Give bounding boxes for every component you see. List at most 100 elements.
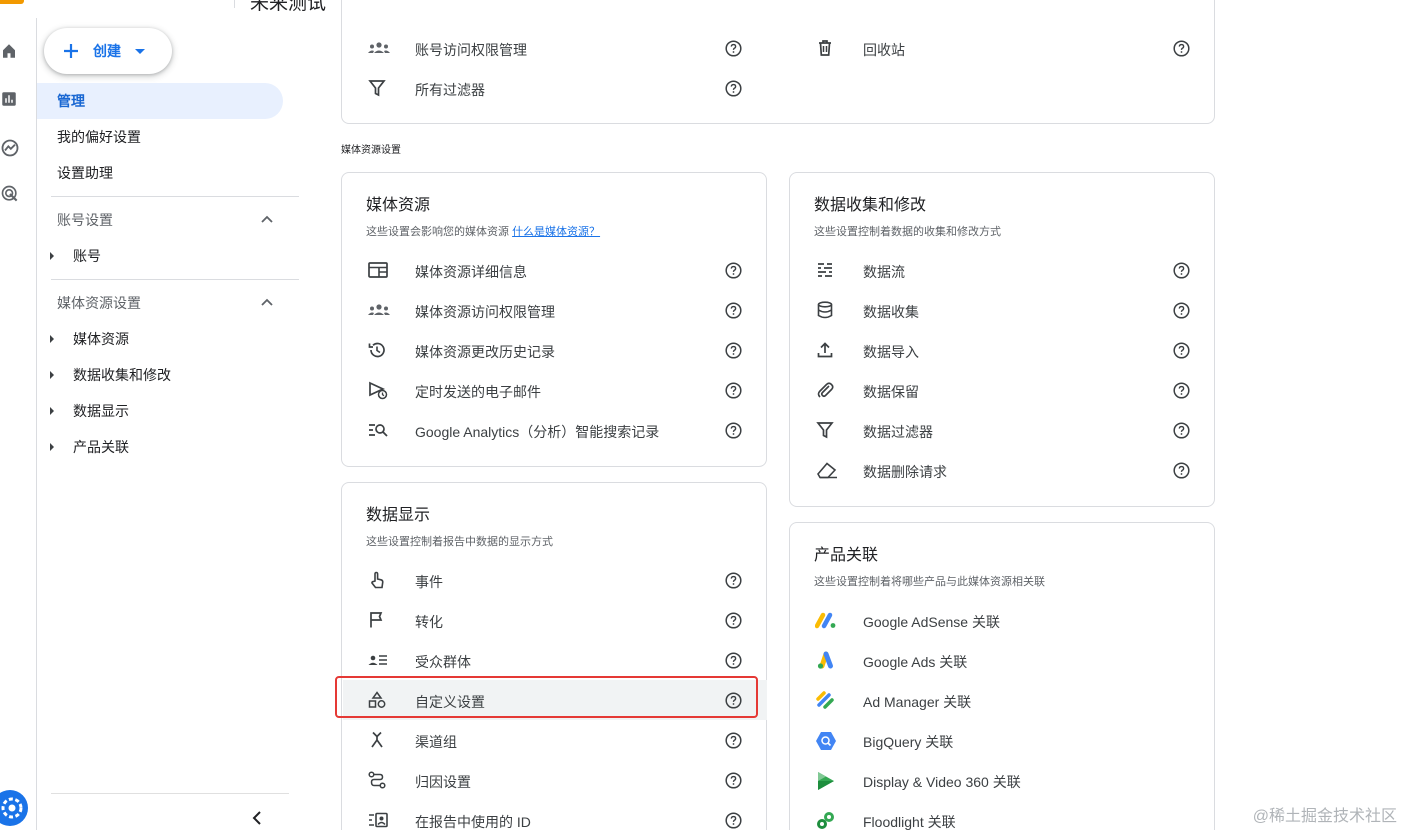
card-description: 这些设置控制着报告中数据的显示方式 — [366, 536, 553, 548]
collection-row-data-deletion-requests[interactable]: 数据删除请求 — [791, 450, 1215, 490]
help-icon[interactable] — [1173, 302, 1190, 319]
account-row-access-management[interactable]: 账号访问权限管理 — [343, 28, 767, 68]
row-label: 所有过滤器 — [415, 82, 485, 98]
sidebar-section-property-settings[interactable]: 媒体资源设置 — [37, 285, 283, 321]
admin-gear-icon[interactable] — [0, 790, 28, 826]
help-icon[interactable] — [1173, 262, 1190, 279]
help-icon[interactable] — [725, 732, 742, 749]
row-label: 归因设置 — [415, 774, 471, 790]
display-row-events[interactable]: 事件 — [343, 560, 767, 600]
sidebar-item-data-display[interactable]: 数据显示 — [37, 393, 283, 429]
help-icon[interactable] — [725, 812, 742, 829]
adsense-logo-icon — [815, 610, 836, 630]
row-label: 定时发送的电子邮件 — [415, 384, 541, 400]
sidebar-item-label: 账号 — [73, 248, 101, 264]
property-card: 媒体资源 这些设置会影响您的媒体资源 什么是媒体资源？ 媒体资源详细信息 媒体资… — [341, 172, 767, 467]
row-label: 媒体资源访问权限管理 — [415, 304, 555, 320]
sidebar-item-product-links[interactable]: 产品关联 — [37, 429, 283, 465]
highlight-annotation-box — [335, 676, 758, 718]
account-row-all-filters[interactable]: 所有过滤器 — [343, 68, 767, 108]
help-icon[interactable] — [725, 382, 742, 399]
reports-icon[interactable] — [0, 90, 22, 112]
row-label: 渠道组 — [415, 734, 457, 750]
analytics-logo[interactable] — [0, 0, 24, 4]
help-icon[interactable] — [725, 612, 742, 629]
sidebar-item-data-collection[interactable]: 数据收集和修改 — [37, 357, 283, 393]
display-row-reporting-identity[interactable]: 在报告中使用的 ID — [343, 800, 767, 830]
expand-arrow-icon — [50, 443, 54, 451]
icon-rail — [0, 18, 37, 830]
help-icon[interactable] — [725, 652, 742, 669]
explore-icon[interactable] — [0, 138, 22, 160]
help-icon[interactable] — [725, 80, 742, 97]
sidebar-item-admin[interactable]: 管理 — [37, 83, 283, 119]
collection-row-data-retention[interactable]: 数据保留 — [791, 370, 1215, 410]
advertising-icon[interactable] — [0, 184, 22, 206]
row-label: 数据保留 — [863, 384, 919, 400]
display-row-attribution-settings[interactable]: 归因设置 — [343, 760, 767, 800]
property-row-search-history[interactable]: Google Analytics（分析）智能搜索记录 — [343, 410, 767, 450]
collection-row-data-streams[interactable]: 数据流 — [791, 250, 1215, 290]
expand-arrow-icon — [50, 407, 54, 415]
data-collection-card: 数据收集和修改 这些设置控制着数据的收集和修改方式 数据流 数据收集 数据导入 … — [789, 172, 1215, 507]
card-title: 数据收集和修改 — [814, 197, 927, 214]
collection-row-data-filters[interactable]: 数据过滤器 — [791, 410, 1215, 450]
help-icon[interactable] — [725, 422, 742, 439]
help-icon[interactable] — [1173, 342, 1190, 359]
link-row-bigquery[interactable]: BigQuery 关联 — [791, 720, 1215, 760]
help-icon[interactable] — [725, 342, 742, 359]
upload-icon — [815, 340, 835, 360]
what-is-property-link[interactable]: 什么是媒体资源？ — [512, 226, 600, 238]
help-icon[interactable] — [725, 262, 742, 279]
link-row-ad-manager[interactable]: Ad Manager 关联 — [791, 680, 1215, 720]
help-icon[interactable] — [1173, 40, 1190, 57]
sidebar-section-account-settings[interactable]: 账号设置 — [37, 202, 283, 238]
flag-icon — [367, 610, 387, 630]
card-title: 产品关联 — [814, 547, 879, 564]
display-row-conversions[interactable]: 转化 — [343, 600, 767, 640]
sidebar-item-property[interactable]: 媒体资源 — [37, 321, 283, 357]
property-row-details[interactable]: 媒体资源详细信息 — [343, 250, 767, 290]
property-row-access-management[interactable]: 媒体资源访问权限管理 — [343, 290, 767, 330]
help-icon[interactable] — [1173, 382, 1190, 399]
help-icon[interactable] — [725, 40, 742, 57]
link-row-floodlight[interactable]: Floodlight 关联 — [791, 800, 1215, 830]
account-title[interactable]: 未来测试 — [250, 0, 326, 15]
help-icon[interactable] — [725, 572, 742, 589]
section-heading-property-settings: 媒体资源设置 — [341, 145, 401, 156]
property-row-scheduled-emails[interactable]: 定时发送的电子邮件 — [343, 370, 767, 410]
id-icon — [367, 810, 388, 830]
create-button[interactable]: 创建 — [44, 28, 172, 74]
account-row-trash[interactable]: 回收站 — [791, 28, 1215, 68]
touch-icon — [367, 570, 387, 590]
watermark-text: @稀土掘金技术社区 — [1252, 808, 1397, 825]
stream-icon — [815, 260, 835, 280]
collection-row-data-import[interactable]: 数据导入 — [791, 330, 1215, 370]
sidebar-item-preferences[interactable]: 我的偏好设置 — [37, 119, 283, 155]
help-icon[interactable] — [1173, 462, 1190, 479]
link-row-display-video-360[interactable]: Display & Video 360 关联 — [791, 760, 1215, 800]
bigquery-logo-icon — [815, 730, 836, 750]
collection-row-data-collection[interactable]: 数据收集 — [791, 290, 1215, 330]
link-row-google-ads[interactable]: Google Ads 关联 — [791, 640, 1215, 680]
home-icon[interactable] — [0, 42, 22, 64]
link-row-adsense[interactable]: Google AdSense 关联 — [791, 600, 1215, 640]
search-history-icon — [367, 420, 388, 440]
row-label: 账号访问权限管理 — [415, 42, 527, 58]
help-icon[interactable] — [725, 772, 742, 789]
route-icon — [367, 770, 387, 790]
row-label: 在报告中使用的 ID — [415, 814, 531, 830]
sidebar-item-setup-assistant[interactable]: 设置助理 — [37, 155, 283, 191]
chevron-up-icon — [261, 298, 273, 308]
help-icon[interactable] — [725, 302, 742, 319]
display-row-audiences[interactable]: 受众群体 — [343, 640, 767, 680]
floodlight-logo-icon — [815, 810, 835, 830]
display-row-channel-groups[interactable]: 渠道组 — [343, 720, 767, 760]
expand-arrow-icon — [50, 335, 54, 343]
collapse-sidebar-chevron-left-icon[interactable] — [247, 808, 267, 828]
help-icon[interactable] — [1173, 422, 1190, 439]
admin-sidebar: 创建 管理 我的偏好设置 设置助理 账号设置 账号 媒体资源设置 媒体资源 数据… — [37, 18, 299, 830]
google-ads-logo-icon — [815, 650, 835, 670]
property-row-change-history[interactable]: 媒体资源更改历史记录 — [343, 330, 767, 370]
sidebar-item-account[interactable]: 账号 — [37, 238, 283, 274]
